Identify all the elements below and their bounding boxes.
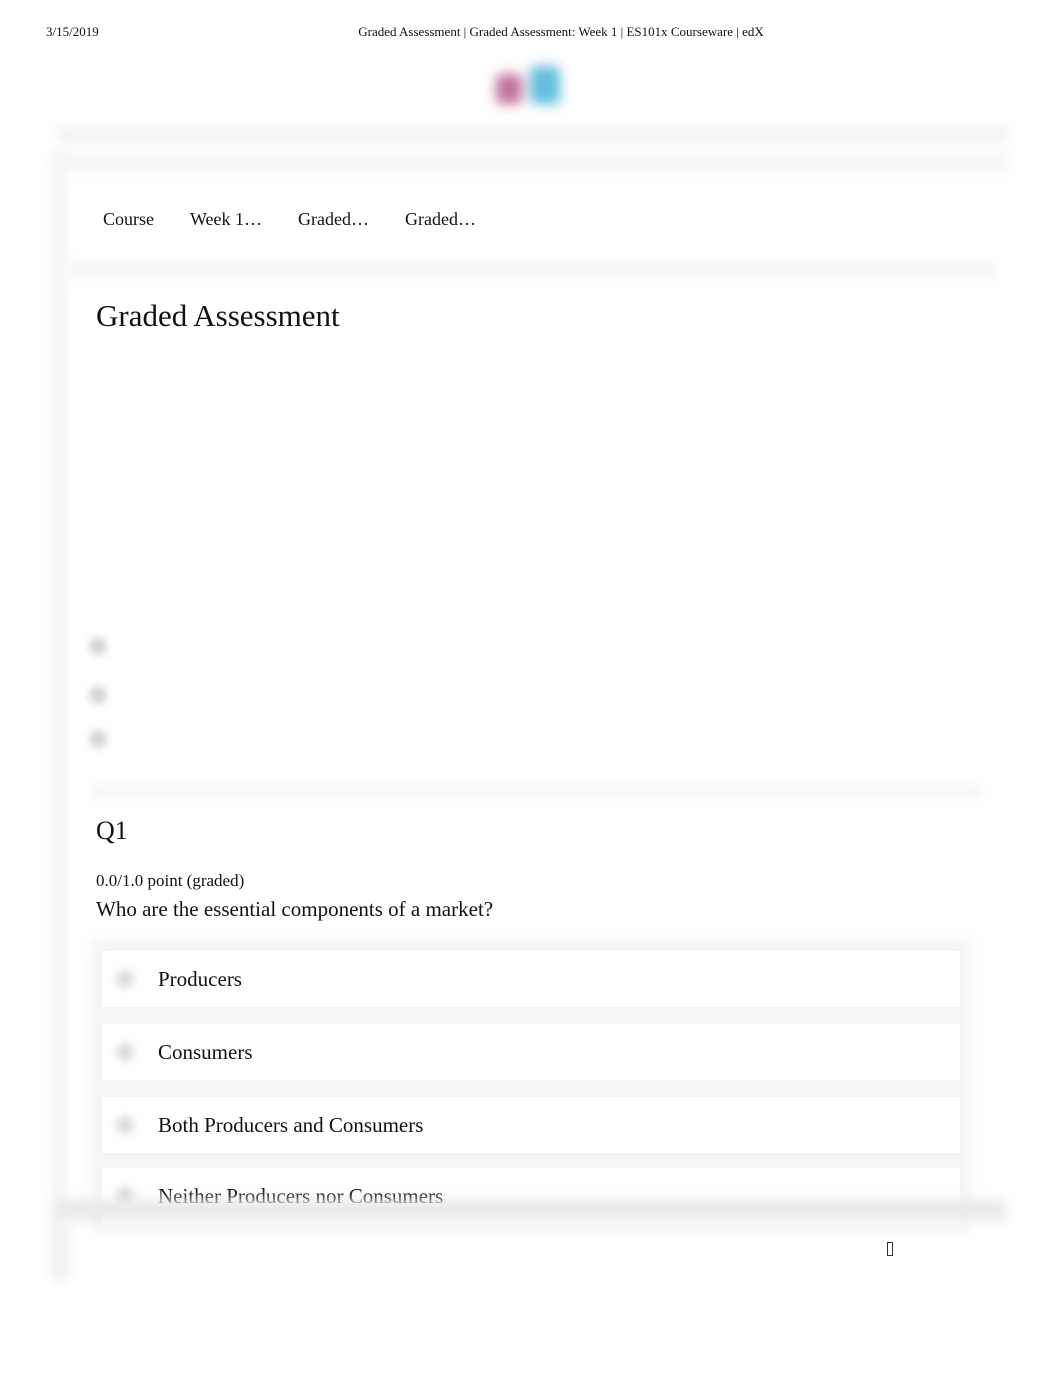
answer-options: Producers Consumers Both Producers and C… — [92, 940, 972, 1230]
breadcrumb-label: Graded… — [298, 209, 370, 229]
section-divider — [66, 262, 996, 278]
breadcrumb-label: Graded… — [405, 209, 476, 229]
course-frame-left-bottom — [54, 1220, 68, 1280]
breadcrumb-item-subsection[interactable]: Graded… — [298, 209, 376, 239]
question-title: Q1 — [96, 816, 128, 845]
question-divider — [92, 784, 982, 798]
option-label: Consumers — [158, 1039, 253, 1064]
breadcrumb-item-current: Graded… — [405, 209, 476, 239]
print-header: 3/15/2019 Graded Assessment | Graded Ass… — [0, 24, 1062, 42]
answer-option[interactable]: Producers — [102, 951, 960, 1007]
option-label: Producers — [158, 966, 242, 991]
breadcrumb-underline — [190, 229, 269, 239]
breadcrumb-underline — [298, 229, 376, 239]
nav-dot-icon[interactable] — [89, 730, 107, 748]
question-points: 0.0/1.0 point (graded) — [96, 871, 245, 890]
answer-option[interactable]: Consumers — [102, 1024, 960, 1080]
page-break-shadow — [56, 1200, 1006, 1220]
print-title: Graded Assessment | Graded Assessment: W… — [358, 24, 764, 39]
top-navigation-bar — [58, 126, 1008, 142]
question-text: Who are the essential components of a ma… — [96, 897, 494, 921]
breadcrumb-label: Course — [103, 209, 154, 229]
nav-dot-icon[interactable] — [89, 686, 107, 704]
answer-option[interactable]: Both Producers and Consumers — [102, 1097, 960, 1153]
breadcrumb-underline — [103, 229, 160, 239]
breadcrumb: Course Week 1… Graded… Graded… — [103, 209, 512, 239]
radio-button[interactable] — [116, 970, 134, 988]
nav-dot-icon[interactable] — [89, 637, 107, 655]
breadcrumb-item-week[interactable]: Week 1… — [190, 209, 269, 239]
radio-button[interactable] — [116, 1043, 134, 1061]
breadcrumb-item-course[interactable]: Course — [103, 209, 160, 239]
page-title: Graded Assessment — [96, 298, 340, 333]
option-label: Both Producers and Consumers — [158, 1112, 424, 1137]
edx-logo-icon[interactable] — [488, 62, 574, 110]
missing-glyph-icon — [887, 1242, 893, 1256]
course-frame-left — [52, 150, 66, 1280]
logo-pink-block — [496, 74, 522, 104]
logo-blue-block — [530, 66, 560, 104]
breadcrumb-label: Week 1… — [190, 209, 263, 229]
radio-button[interactable] — [116, 1116, 134, 1134]
course-frame-top — [58, 152, 1008, 172]
